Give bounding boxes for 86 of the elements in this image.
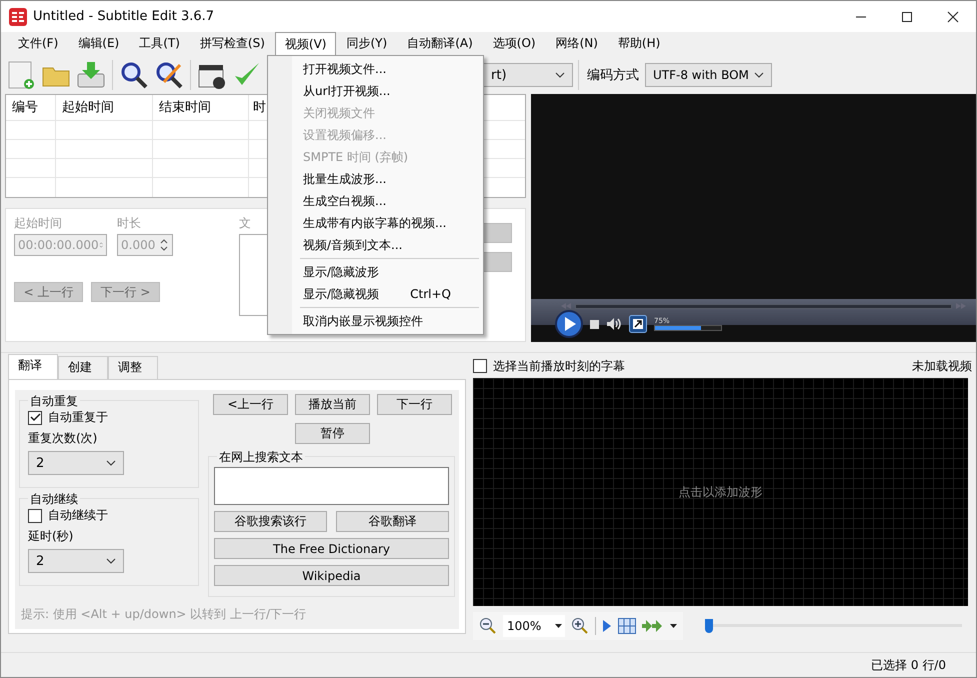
video-status: 未加载视频 — [912, 358, 972, 374]
stop-icon[interactable] — [590, 320, 599, 328]
web-search-button[interactable]: 谷歌搜索该行 — [214, 511, 327, 532]
group-title: 自动重复 — [28, 393, 80, 410]
menu-entry[interactable]: 从url打开视频... — [268, 80, 483, 102]
play-icon[interactable] — [555, 310, 583, 338]
menu-entry[interactable]: 显示/隐藏波形 — [268, 261, 483, 283]
web-search-button[interactable]: The Free Dictionary — [214, 538, 449, 559]
hint-text: 提示: 使用 <Alt + up/down> 以转到 上一行/下一行 — [15, 598, 459, 629]
checkbox[interactable] — [473, 359, 487, 373]
chevron-down-icon — [754, 72, 764, 78]
caret-down-icon — [555, 624, 562, 628]
delay-label: 延时(秒) — [28, 528, 74, 545]
group-title: 自动继续 — [28, 491, 80, 508]
tab[interactable]: 创建 — [58, 356, 108, 379]
app-logo-icon — [9, 8, 27, 26]
group-title: 在网上搜索文本 — [217, 449, 305, 466]
close-icon[interactable] — [947, 10, 959, 22]
waveform-area[interactable]: 点击以添加波形 — [473, 378, 968, 606]
speaker-icon[interactable] — [606, 317, 622, 331]
checkbox[interactable] — [28, 410, 42, 424]
column-header[interactable]: 结束时间 — [153, 95, 249, 121]
search-icon[interactable] — [119, 60, 149, 90]
double-arrow-icon[interactable] — [642, 620, 664, 632]
zoom-dropdown[interactable]: 100% — [503, 615, 566, 637]
menu-entry[interactable]: 生成带有内嵌字幕的视频... — [268, 212, 483, 234]
menu-item[interactable]: 帮助(H) — [608, 31, 670, 56]
menu-entry[interactable]: 批量生成波形... — [268, 168, 483, 190]
menu-item[interactable]: 同步(Y) — [336, 31, 398, 56]
menu-entry[interactable]: 取消内嵌显示视频控件 — [268, 310, 483, 332]
search-pencil-icon[interactable] — [154, 60, 184, 90]
duration-label: 时长 — [117, 215, 142, 232]
playback-button[interactable]: 播放当前 — [295, 394, 370, 415]
repeat-count-label: 重复次数(次) — [28, 430, 98, 447]
delay-dropdown[interactable]: 2 — [28, 549, 124, 573]
zoom-out-icon[interactable] — [479, 617, 497, 635]
checkbox-label[interactable]: 自动继续于 — [48, 507, 108, 524]
window-title: Untitled - Subtitle Edit 3.6.7 — [33, 9, 214, 24]
menu-item[interactable]: 选项(O) — [482, 31, 546, 56]
tab[interactable]: 调整 — [108, 356, 158, 379]
encoding-dropdown[interactable]: UTF-8 with BOM — [645, 63, 772, 87]
search-text-field[interactable] — [214, 467, 449, 505]
menu-item[interactable]: 文件(F) — [8, 31, 68, 56]
new-file-icon[interactable] — [6, 60, 36, 90]
menu-item[interactable]: 工具(T) — [129, 31, 190, 56]
zoom-in-icon[interactable] — [571, 617, 590, 635]
playback-button[interactable]: 下一行 — [377, 394, 452, 415]
maximize-icon[interactable] — [901, 10, 913, 22]
tab[interactable]: 翻译 — [8, 354, 58, 379]
chevron-down-icon — [555, 72, 565, 78]
column-header[interactable]: 时 — [249, 95, 266, 121]
playback-button[interactable]: 暂停 — [295, 423, 370, 444]
checkbox-label[interactable]: 自动重复于 — [48, 409, 108, 426]
waveform-placeholder: 点击以添加波形 — [678, 484, 762, 500]
column-header[interactable]: 起始时间 — [56, 95, 153, 121]
columns-icon[interactable] — [618, 618, 636, 634]
download-icon[interactable] — [76, 60, 106, 90]
menu-item[interactable]: 编辑(E) — [68, 31, 130, 56]
web-search-button[interactable]: 谷歌翻译 — [336, 511, 449, 532]
menu-entry[interactable]: 打开视频文件... — [268, 58, 483, 80]
menu-entry[interactable]: 视频/音频到文本... — [268, 234, 483, 256]
web-search-button[interactable]: Wikipedia — [214, 565, 449, 586]
column-header[interactable]: 编号 — [6, 95, 56, 121]
menu-item[interactable]: 自动翻译(A) — [397, 31, 483, 56]
checkbox-label[interactable]: 选择当前播放时刻的字幕 — [493, 358, 625, 374]
selection-status: 已选择 0 行/0 — [871, 656, 946, 674]
chevron-down-icon — [106, 460, 116, 466]
repeat-count-dropdown[interactable]: 2 — [28, 451, 124, 475]
menu-item[interactable]: 拼写检查(S) — [190, 31, 275, 56]
menu-item[interactable]: 网络(N) — [546, 31, 608, 56]
text-label: 文 — [239, 215, 251, 232]
chevron-down-icon — [106, 558, 116, 564]
format-dropdown[interactable]: rt) — [483, 63, 573, 87]
slider-thumb[interactable] — [705, 619, 714, 633]
menu-item[interactable]: 视频(V) — [274, 32, 336, 56]
encoding-label: 编码方式 — [587, 67, 639, 84]
checkbox[interactable] — [28, 508, 42, 522]
playback-button[interactable]: <上一行 — [213, 394, 288, 415]
start-time-label: 起始时间 — [14, 215, 63, 232]
caret-down-icon[interactable] — [670, 624, 678, 628]
fullscreen-icon[interactable] — [629, 315, 647, 333]
volume-slider[interactable] — [654, 325, 722, 331]
spinner-arrows-icon — [159, 237, 169, 253]
checkmark-icon — [30, 413, 40, 422]
menu-entry[interactable]: 生成空白视频... — [268, 190, 483, 212]
menu-entry[interactable]: 显示/隐藏视频 Ctrl+Q — [268, 283, 483, 305]
